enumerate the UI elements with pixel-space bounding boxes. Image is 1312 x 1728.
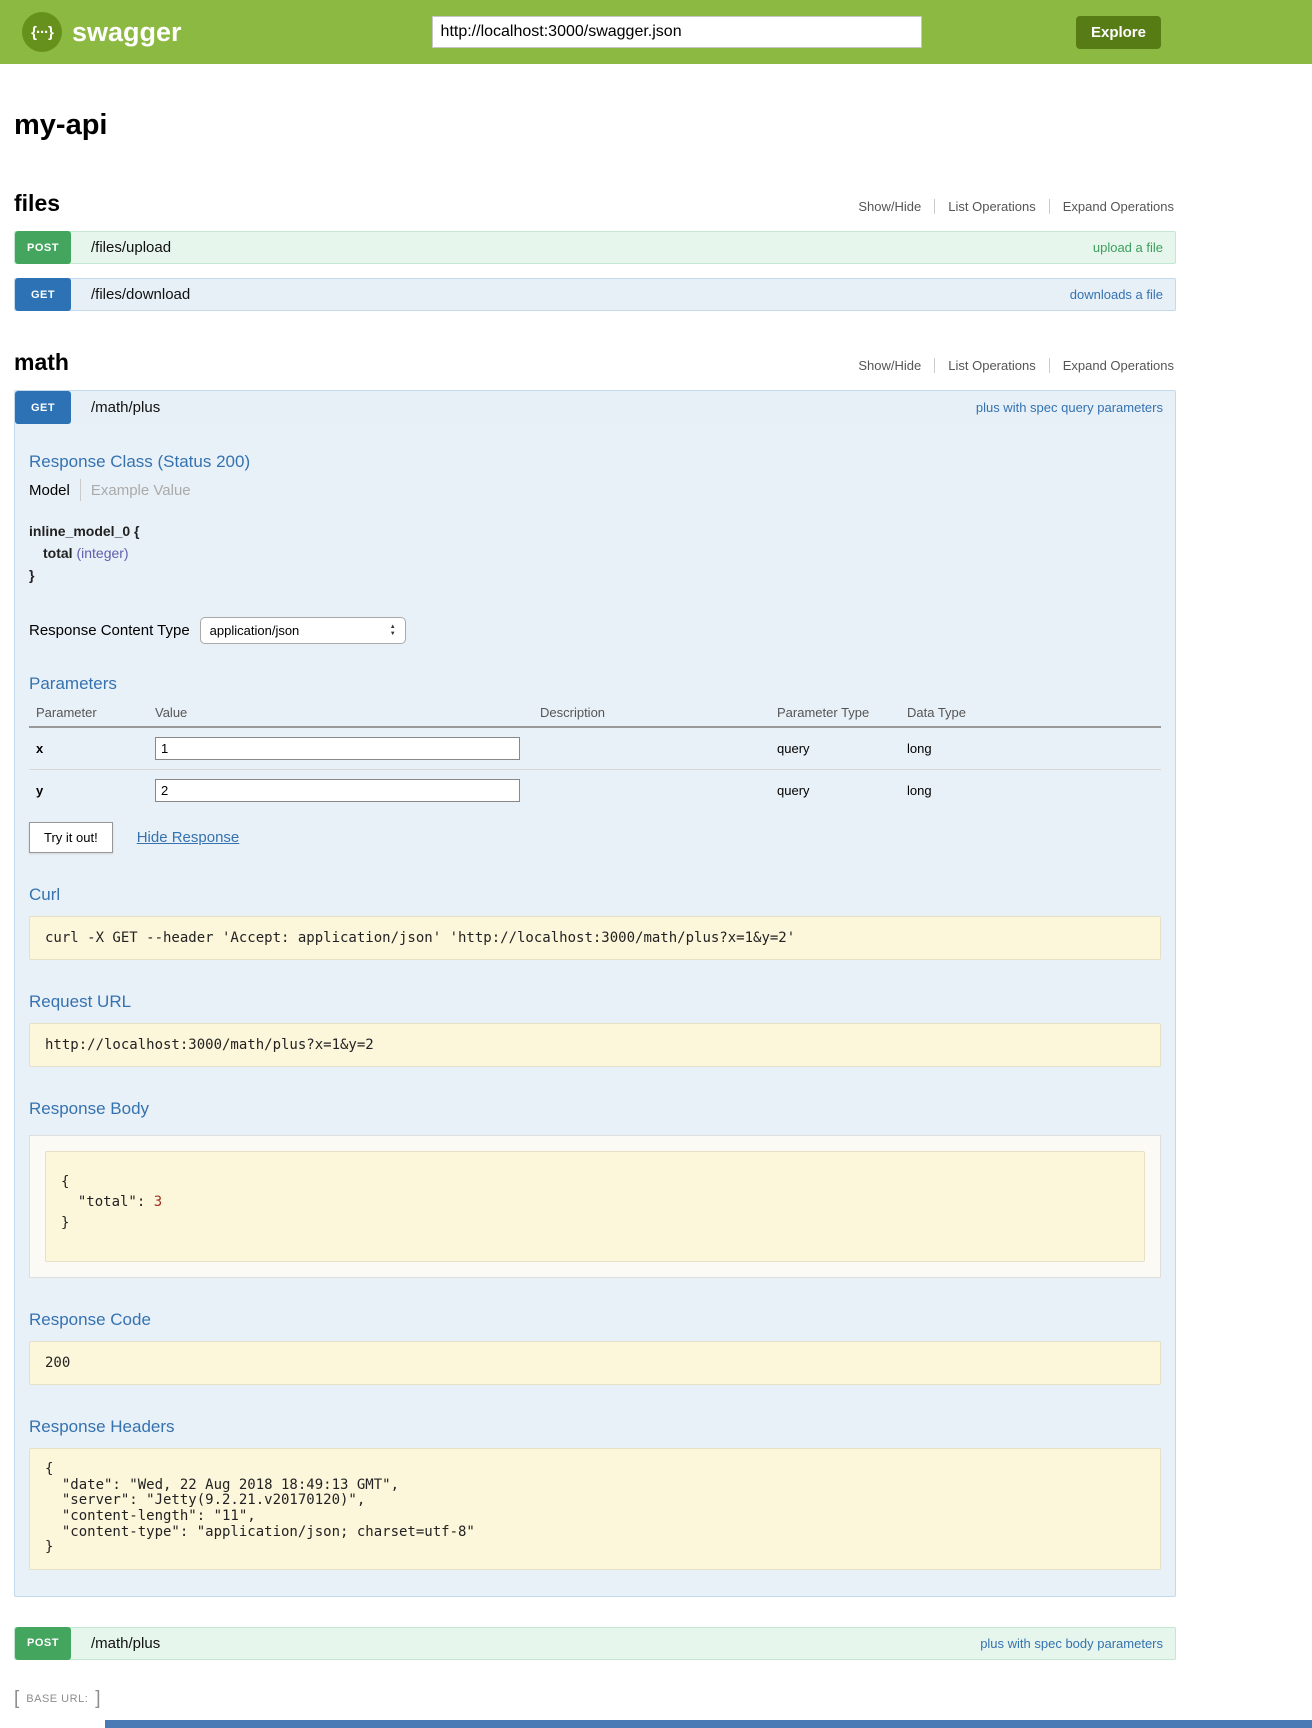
- parameter-type: query: [777, 727, 907, 770]
- parameter-name: y: [29, 770, 155, 812]
- files-section-title: files: [14, 190, 60, 217]
- get-method-badge: GET: [15, 391, 71, 424]
- base-url-label: BASE URL:: [26, 1693, 88, 1705]
- parameter-data-type: long: [907, 727, 1161, 770]
- json-open-brace: {: [61, 1172, 1129, 1192]
- top-bar: {···} swagger Explore: [0, 0, 1312, 64]
- response-headers-json: { "date": "Wed, 22 Aug 2018 18:49:13 GMT…: [45, 1462, 1145, 1556]
- model-property-name: total: [43, 545, 76, 561]
- response-body-wrapper: { "total": 3 }: [29, 1135, 1161, 1278]
- hide-response-link[interactable]: Hide Response: [137, 829, 240, 846]
- math-section-title: math: [14, 349, 69, 376]
- operation-summary-link[interactable]: plus with spec body parameters: [980, 1636, 1163, 1651]
- base-url-footer: [ BASE URL: ]: [14, 1688, 1176, 1710]
- parameter-x-input[interactable]: [155, 737, 520, 760]
- col-header-parameter-type: Parameter Type: [777, 698, 907, 727]
- model-close-line: }: [29, 567, 1161, 583]
- post-method-badge: POST: [15, 231, 71, 264]
- explore-button[interactable]: Explore: [1076, 16, 1161, 49]
- operation-path-link[interactable]: /math/plus: [91, 399, 160, 416]
- operation-path-link[interactable]: /files/upload: [91, 239, 171, 256]
- response-code-heading: Response Code: [29, 1310, 1161, 1330]
- model-tabs: Model Example Value: [29, 479, 1161, 501]
- response-class-heading: Response Class (Status 200): [29, 452, 1161, 472]
- col-header-description: Description: [540, 698, 777, 727]
- operation-row-get-math-plus[interactable]: GET /math/plus plus with spec query para…: [15, 391, 1175, 424]
- response-content-type-row: Response Content Type application/json ▲…: [29, 617, 1161, 644]
- expanded-operation-get-math-plus: GET /math/plus plus with spec query para…: [14, 390, 1176, 1597]
- model-signature: inline_model_0 { total (integer) }: [29, 523, 1161, 583]
- list-operations-link[interactable]: List Operations: [934, 199, 1048, 214]
- get-method-badge: GET: [15, 278, 71, 311]
- col-header-data-type: Data Type: [907, 698, 1161, 727]
- parameter-name: x: [29, 727, 155, 770]
- selected-content-type: application/json: [210, 623, 300, 638]
- bottom-blue-bar: [105, 1720, 1312, 1728]
- math-section-header: math Show/Hide List Operations Expand Op…: [14, 349, 1176, 376]
- operation-summary-link[interactable]: upload a file: [1093, 240, 1163, 255]
- json-key: "total":: [61, 1194, 154, 1210]
- parameter-row-x: x query long: [29, 727, 1161, 770]
- operation-summary-link[interactable]: plus with spec query parameters: [976, 400, 1163, 415]
- response-body-box: { "total": 3 }: [45, 1151, 1145, 1262]
- json-total-line: "total": 3: [61, 1192, 1129, 1212]
- parameter-row-y: y query long: [29, 770, 1161, 812]
- request-url-heading: Request URL: [29, 992, 1161, 1012]
- request-url-box: http://localhost:3000/math/plus?x=1&y=2: [29, 1023, 1161, 1067]
- col-header-parameter: Parameter: [29, 698, 155, 727]
- model-open-line: inline_model_0 {: [29, 523, 1161, 539]
- try-it-out-row: Try it out! Hide Response: [29, 822, 1161, 853]
- parameters-table: Parameter Value Description Parameter Ty…: [29, 698, 1161, 811]
- operation-summary-link[interactable]: downloads a file: [1070, 287, 1163, 302]
- parameters-heading: Parameters: [29, 674, 1161, 694]
- show-hide-link[interactable]: Show/Hide: [845, 358, 934, 373]
- response-headers-box: { "date": "Wed, 22 Aug 2018 18:49:13 GMT…: [29, 1448, 1161, 1570]
- math-section-controls: Show/Hide List Operations Expand Operati…: [845, 358, 1176, 373]
- spec-url-input[interactable]: [432, 16, 922, 48]
- col-header-value: Value: [155, 698, 540, 727]
- parameter-description: [540, 727, 777, 770]
- model-property-type: (integer): [76, 545, 128, 561]
- response-content-type-select[interactable]: application/json ▲▼: [200, 617, 406, 644]
- tab-model[interactable]: Model: [29, 482, 80, 499]
- operation-row-post-math-plus[interactable]: POST /math/plus plus with spec body para…: [14, 1627, 1176, 1660]
- files-section-header: files Show/Hide List Operations Expand O…: [14, 190, 1176, 217]
- curl-command-box: curl -X GET --header 'Accept: applicatio…: [29, 916, 1161, 960]
- response-body-heading: Response Body: [29, 1099, 1161, 1119]
- swagger-braces-icon: {···}: [22, 12, 62, 52]
- response-headers-heading: Response Headers: [29, 1417, 1161, 1437]
- expand-operations-link[interactable]: Expand Operations: [1049, 199, 1176, 214]
- operation-path-link[interactable]: /files/download: [91, 286, 190, 303]
- page-title: my-api: [14, 109, 1176, 142]
- expand-operations-link[interactable]: Expand Operations: [1049, 358, 1176, 373]
- json-close-brace: }: [61, 1213, 1129, 1233]
- operation-row-get-files-download[interactable]: GET /files/download downloads a file: [14, 278, 1176, 311]
- footer-bracket-open: [: [14, 1688, 19, 1710]
- model-property-line: total (integer): [29, 545, 1161, 561]
- parameter-data-type: long: [907, 770, 1161, 812]
- operation-panel: Response Class (Status 200) Model Exampl…: [15, 452, 1175, 1596]
- try-it-out-button[interactable]: Try it out!: [29, 822, 113, 853]
- parameter-y-input[interactable]: [155, 779, 520, 802]
- parameter-description: [540, 770, 777, 812]
- brand-name: swagger: [72, 17, 182, 48]
- footer-bracket-close: ]: [95, 1688, 100, 1710]
- json-value: 3: [154, 1194, 162, 1210]
- post-method-badge: POST: [15, 1627, 71, 1660]
- list-operations-link[interactable]: List Operations: [934, 358, 1048, 373]
- response-code-box: 200: [29, 1341, 1161, 1385]
- operation-path-link[interactable]: /math/plus: [91, 1635, 160, 1652]
- response-content-type-label: Response Content Type: [29, 622, 190, 639]
- show-hide-link[interactable]: Show/Hide: [845, 199, 934, 214]
- operation-row-post-files-upload[interactable]: POST /files/upload upload a file: [14, 231, 1176, 264]
- swagger-logo[interactable]: {···} swagger: [22, 12, 182, 52]
- tab-example-value[interactable]: Example Value: [81, 482, 191, 499]
- curl-heading: Curl: [29, 885, 1161, 905]
- files-section-controls: Show/Hide List Operations Expand Operati…: [845, 199, 1176, 214]
- select-arrows-icon: ▲▼: [390, 624, 396, 637]
- parameter-type: query: [777, 770, 907, 812]
